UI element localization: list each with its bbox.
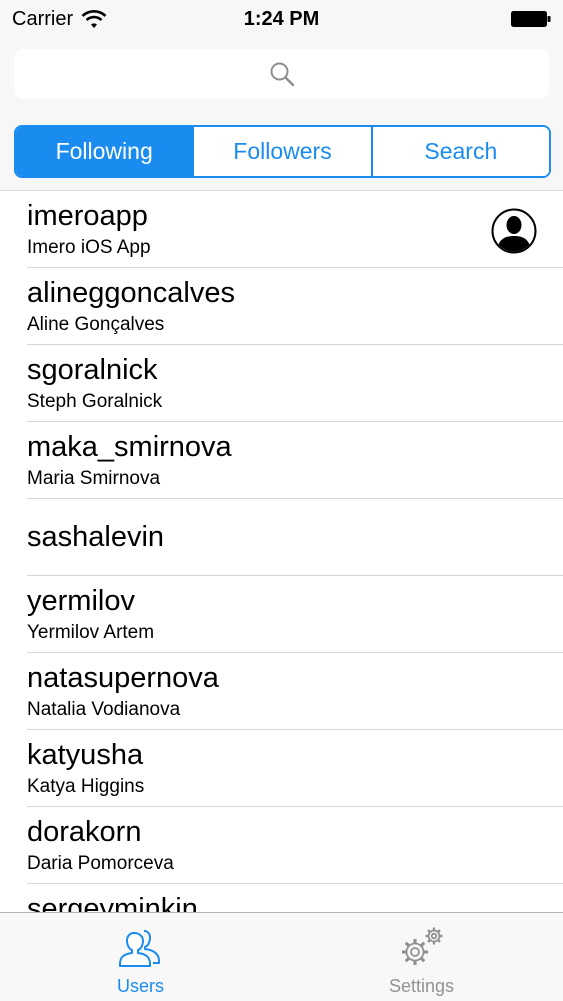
list-item[interactable]: yermilov Yermilov Artem [0, 576, 563, 653]
segment-search[interactable]: Search [370, 127, 549, 176]
list-item[interactable]: sashalevin [0, 499, 563, 576]
tab-settings[interactable]: Settings [281, 913, 562, 1001]
users-list: imeroapp Imero iOS App alineggoncalves A… [0, 190, 563, 913]
username: alineggoncalves [27, 277, 235, 309]
username: yermilov [27, 585, 135, 617]
tab-users-label: Users [116, 976, 164, 996]
full-name: Daria Pomorceva [27, 853, 174, 874]
username: sgoralnick [27, 354, 158, 386]
list-item[interactable]: sergeyminkin [0, 884, 563, 913]
list-item[interactable]: katyusha Katya Higgins [0, 730, 563, 807]
status-time: 1:24 PM [243, 8, 320, 30]
status-bar: Carrier 1:24 PM [0, 0, 563, 38]
users-icon [118, 930, 160, 967]
username: maka_smirnova [27, 431, 232, 463]
username: natasupernova [27, 662, 219, 694]
tab-users[interactable]: Users [0, 913, 281, 1001]
full-name: Steph Goralnick [27, 391, 163, 412]
full-name: Maria Smirnova [27, 468, 161, 489]
segment-following[interactable]: Following [16, 127, 193, 176]
segment-followers[interactable]: Followers [192, 127, 371, 176]
search-icon [270, 62, 294, 87]
list-item[interactable]: maka_smirnova Maria Smirnova [0, 422, 563, 499]
username: katyusha [27, 739, 144, 771]
tab-settings-label: Settings [388, 976, 455, 996]
full-name: Yermilov Artem [27, 622, 155, 643]
username: sergeyminkin [27, 893, 198, 913]
username: dorakorn [27, 816, 142, 848]
search-bar[interactable] [14, 49, 549, 99]
list-item[interactable]: alineggoncalves Aline Gonçalves [0, 268, 563, 345]
avatar-placeholder-icon[interactable] [491, 208, 537, 254]
list-item[interactable]: dorakorn Daria Pomorceva [0, 807, 563, 884]
full-name: Natalia Vodianova [27, 699, 181, 720]
tab-bar: Users Settings [0, 912, 563, 1001]
full-name: Imero iOS App [27, 237, 151, 258]
username: sashalevin [27, 521, 165, 553]
list-item[interactable]: sgoralnick Steph Goralnick [0, 345, 563, 422]
full-name: Aline Gonçalves [27, 314, 165, 335]
username: imeroapp [27, 200, 148, 232]
segmented-control: Following Followers Search [14, 125, 551, 178]
full-name: Katya Higgins [27, 776, 145, 797]
list-item[interactable]: imeroapp Imero iOS App [0, 191, 563, 268]
gear-icon [401, 927, 442, 965]
battery-icon [511, 11, 551, 27]
list-item[interactable]: natasupernova Natalia Vodianova [0, 653, 563, 730]
